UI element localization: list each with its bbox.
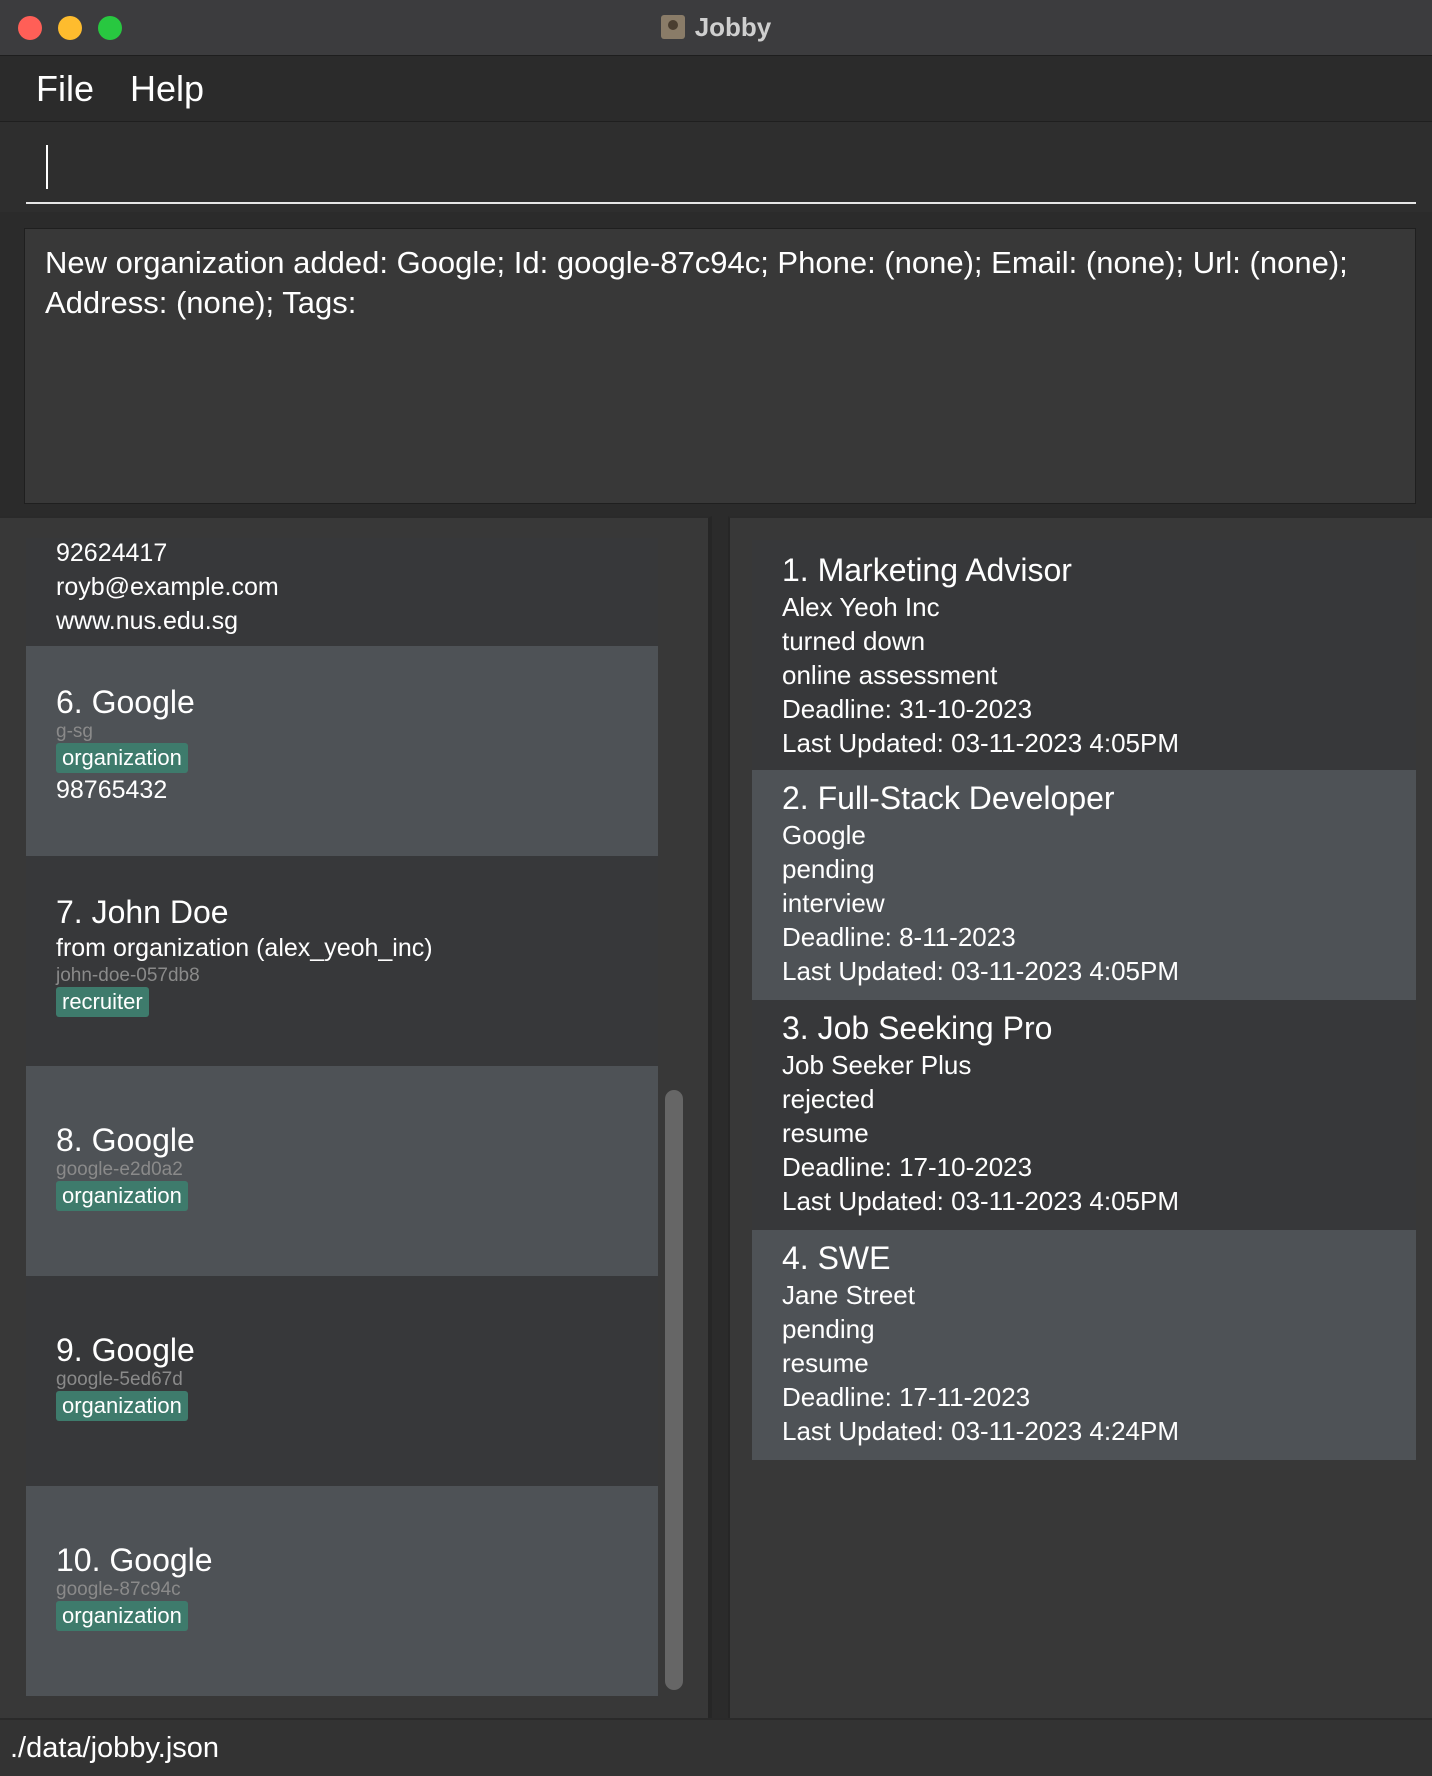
job-card[interactable]: 1. Marketing Advisor Alex Yeoh Inc turne… xyxy=(752,540,1416,770)
contact-email: royb@example.com xyxy=(56,573,279,601)
job-status: pending xyxy=(782,854,875,884)
text-cursor xyxy=(46,145,48,189)
contact-name: 10. Google xyxy=(56,1542,213,1578)
job-company: Alex Yeoh Inc xyxy=(782,592,940,622)
contact-list-panel: 92624417 royb@example.com www.nus.edu.sg… xyxy=(0,516,712,1718)
job-deadline: Deadline: 17-11-2023 xyxy=(782,1382,1031,1412)
contact-phone: 92624417 xyxy=(56,539,168,567)
contact-card[interactable]: 7. John Doe from organization (alex_yeoh… xyxy=(26,856,658,1066)
job-deadline: Deadline: 8-11-2023 xyxy=(782,922,1016,952)
window-title: Jobby xyxy=(0,12,1432,43)
contact-organization: from organization (alex_yeoh_inc) xyxy=(56,934,433,962)
job-status: turned down xyxy=(782,626,926,656)
job-company: Google xyxy=(782,820,866,850)
job-status: pending xyxy=(782,1314,875,1344)
job-stage: interview xyxy=(782,888,885,918)
result-display[interactable]: New organization added: Google; Id: goog… xyxy=(24,228,1416,504)
contact-list-scrollbar[interactable] xyxy=(665,1090,683,1690)
contact-tag: organization xyxy=(56,1601,188,1631)
contact-url: www.nus.edu.sg xyxy=(56,607,239,635)
job-last-updated: Last Updated: 03-11-2023 4:05PM xyxy=(782,728,1180,758)
job-card[interactable]: 4. SWE Jane Street pending resume Deadli… xyxy=(752,1230,1416,1460)
job-list-panel: 1. Marketing Advisor Alex Yeoh Inc turne… xyxy=(728,516,1432,1718)
contact-phone: 98765432 xyxy=(56,776,168,804)
status-bar: ./data/jobby.json xyxy=(0,1718,1432,1776)
contact-card[interactable]: 9. Google google-5ed67d organization xyxy=(26,1276,658,1486)
command-input[interactable] xyxy=(26,140,1416,204)
contact-tag: recruiter xyxy=(56,987,149,1017)
contact-name: 9. Google xyxy=(56,1332,195,1368)
data-file-path: ./data/jobby.json xyxy=(10,1732,220,1764)
contact-card[interactable]: 10. Google google-87c94c organization xyxy=(26,1486,658,1696)
menu-file[interactable]: File xyxy=(36,68,94,110)
job-deadline: Deadline: 17-10-2023 xyxy=(782,1152,1033,1182)
contact-card[interactable]: 6. Google g-sg organization 98765432 xyxy=(26,646,658,856)
menu-bar: File Help xyxy=(0,56,1432,122)
job-deadline: Deadline: 31-10-2023 xyxy=(782,694,1033,724)
contact-tag: organization xyxy=(56,1181,188,1211)
window-title-text: Jobby xyxy=(694,12,772,42)
job-title: 4. SWE xyxy=(782,1240,891,1276)
contact-id: john-doe-057db8 xyxy=(56,965,200,986)
job-title: 1. Marketing Advisor xyxy=(782,552,1072,588)
command-box xyxy=(0,122,1432,212)
contact-tag: organization xyxy=(56,743,188,773)
contact-id: google-87c94c xyxy=(56,1579,181,1600)
job-stage: resume xyxy=(782,1118,869,1148)
contact-name: 7. John Doe xyxy=(56,894,229,930)
contact-name: 6. Google xyxy=(56,684,195,720)
contact-list[interactable]: 92624417 royb@example.com www.nus.edu.sg… xyxy=(26,538,658,1716)
contact-card[interactable]: 92624417 royb@example.com www.nus.edu.sg xyxy=(26,538,658,646)
contact-id: google-e2d0a2 xyxy=(56,1159,183,1180)
contact-name: 8. Google xyxy=(56,1122,195,1158)
contact-id: google-5ed67d xyxy=(56,1369,183,1390)
job-title: 3. Job Seeking Pro xyxy=(782,1010,1053,1046)
job-stage: resume xyxy=(782,1348,869,1378)
menu-help[interactable]: Help xyxy=(130,68,204,110)
job-last-updated: Last Updated: 03-11-2023 4:05PM xyxy=(782,1186,1180,1216)
job-stage: online assessment xyxy=(782,660,998,690)
contact-tag: organization xyxy=(56,1391,188,1421)
job-card[interactable]: 3. Job Seeking Pro Job Seeker Plus rejec… xyxy=(752,1000,1416,1230)
job-card[interactable]: 2. Full-Stack Developer Google pending i… xyxy=(752,770,1416,1000)
app-icon xyxy=(660,15,685,39)
job-status: rejected xyxy=(782,1084,875,1114)
job-last-updated: Last Updated: 03-11-2023 4:05PM xyxy=(782,956,1180,986)
contact-id: g-sg xyxy=(56,721,93,742)
job-title: 2. Full-Stack Developer xyxy=(782,780,1115,816)
job-company: Job Seeker Plus xyxy=(782,1050,972,1080)
title-bar: Jobby xyxy=(0,0,1432,56)
contact-card[interactable]: 8. Google google-e2d0a2 organization xyxy=(26,1066,658,1276)
job-company: Jane Street xyxy=(782,1280,915,1310)
job-last-updated: Last Updated: 03-11-2023 4:24PM xyxy=(782,1416,1180,1446)
